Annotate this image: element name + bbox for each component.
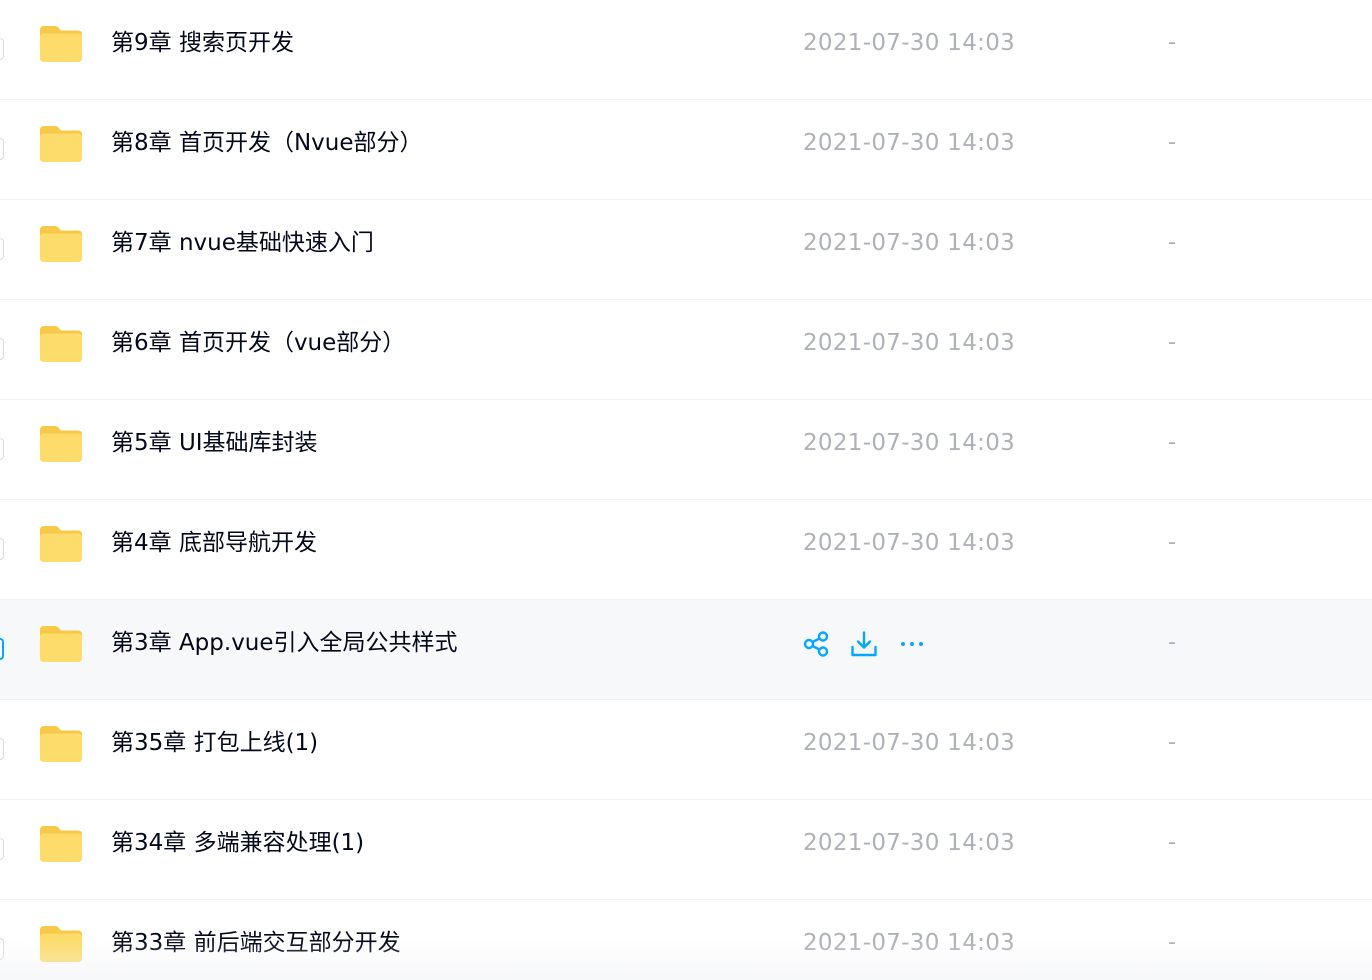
- row-checkbox[interactable]: [0, 38, 4, 60]
- file-size: -: [1168, 830, 1176, 855]
- modified-time: 2021-07-30 14:03: [803, 230, 1016, 256]
- file-row[interactable]: 第8章 首页开发（Nvue部分） 2021-07-30 14:03 -: [0, 100, 1372, 200]
- more-icon[interactable]: [896, 629, 927, 660]
- file-name[interactable]: 第4章 底部导航开发: [111, 500, 317, 586]
- file-row[interactable]: 第33章 前后端交互部分开发 2021-07-30 14:03 -: [0, 900, 1372, 980]
- row-checkbox[interactable]: [0, 938, 4, 960]
- folder-icon: [38, 424, 84, 464]
- folder-icon-graphic: [40, 326, 82, 362]
- modified-time: 2021-07-30 14:03: [803, 30, 1016, 56]
- file-size: -: [1168, 130, 1176, 155]
- modified-time: 2021-07-30 14:03: [803, 330, 1016, 356]
- file-name[interactable]: 第3章 App.vue引入全局公共样式: [111, 600, 458, 686]
- folder-icon: [38, 724, 84, 764]
- file-size: -: [1168, 630, 1176, 655]
- file-row[interactable]: 第7章 nvue基础快速入门 2021-07-30 14:03 -: [0, 200, 1372, 300]
- folder-icon: [38, 624, 84, 664]
- folder-icon-graphic: [40, 926, 82, 962]
- download-icon[interactable]: [848, 629, 879, 660]
- file-name[interactable]: 第7章 nvue基础快速入门: [111, 200, 374, 286]
- folder-icon-graphic: [40, 526, 82, 562]
- folder-icon-graphic: [40, 26, 82, 62]
- file-row[interactable]: 第9章 搜索页开发 2021-07-30 14:03 -: [0, 0, 1372, 100]
- file-name[interactable]: 第33章 前后端交互部分开发: [111, 900, 401, 980]
- file-row[interactable]: 第5章 UI基础库封装 2021-07-30 14:03 -: [0, 400, 1372, 500]
- file-name[interactable]: 第6章 首页开发（vue部分）: [111, 300, 405, 386]
- folder-icon-graphic: [40, 826, 82, 862]
- file-name[interactable]: 第8章 首页开发（Nvue部分）: [111, 100, 423, 186]
- file-row[interactable]: 第4章 底部导航开发 2021-07-30 14:03 -: [0, 500, 1372, 600]
- folder-icon: [38, 824, 84, 864]
- file-name[interactable]: 第34章 多端兼容处理(1): [111, 800, 364, 886]
- row-checkbox[interactable]: [0, 238, 4, 260]
- row-checkbox[interactable]: [0, 638, 4, 660]
- modified-time: 2021-07-30 14:03: [803, 530, 1016, 556]
- file-row[interactable]: 第3章 App.vue引入全局公共样式 -: [0, 600, 1372, 700]
- row-checkbox[interactable]: [0, 138, 4, 160]
- folder-icon-graphic: [40, 426, 82, 462]
- folder-icon-graphic: [40, 126, 82, 162]
- file-size: -: [1168, 530, 1176, 555]
- modified-time: 2021-07-30 14:03: [803, 130, 1016, 156]
- folder-icon-graphic: [40, 626, 82, 662]
- folder-icon: [38, 324, 84, 364]
- file-size: -: [1168, 930, 1176, 955]
- file-size: -: [1168, 30, 1176, 55]
- modified-time: 2021-07-30 14:03: [803, 430, 1016, 456]
- row-checkbox[interactable]: [0, 438, 4, 460]
- folder-icon-graphic: [40, 226, 82, 262]
- file-size: -: [1168, 330, 1176, 355]
- folder-icon: [38, 124, 84, 164]
- row-checkbox[interactable]: [0, 738, 4, 760]
- file-row[interactable]: 第35章 打包上线(1) 2021-07-30 14:03 -: [0, 700, 1372, 800]
- folder-icon: [38, 24, 84, 64]
- file-name[interactable]: 第5章 UI基础库封装: [111, 400, 318, 486]
- share-icon[interactable]: [800, 629, 831, 660]
- file-size: -: [1168, 230, 1176, 255]
- folder-icon: [38, 524, 84, 564]
- modified-time: 2021-07-30 14:03: [803, 830, 1016, 856]
- file-name[interactable]: 第9章 搜索页开发: [111, 0, 294, 86]
- modified-time: 2021-07-30 14:03: [803, 730, 1016, 756]
- row-checkbox[interactable]: [0, 838, 4, 860]
- file-size: -: [1168, 730, 1176, 755]
- file-row[interactable]: 第6章 首页开发（vue部分） 2021-07-30 14:03 -: [0, 300, 1372, 400]
- modified-time: 2021-07-30 14:03: [803, 930, 1016, 956]
- file-list: 第9章 搜索页开发 2021-07-30 14:03 - 第8章 首页开发（Nv…: [0, 0, 1372, 980]
- row-checkbox[interactable]: [0, 338, 4, 360]
- folder-icon: [38, 924, 84, 964]
- folder-icon: [38, 224, 84, 264]
- row-actions: [800, 626, 927, 662]
- file-size: -: [1168, 430, 1176, 455]
- folder-icon-graphic: [40, 726, 82, 762]
- row-checkbox[interactable]: [0, 538, 4, 560]
- file-name[interactable]: 第35章 打包上线(1): [111, 700, 318, 786]
- file-row[interactable]: 第34章 多端兼容处理(1) 2021-07-30 14:03 -: [0, 800, 1372, 900]
